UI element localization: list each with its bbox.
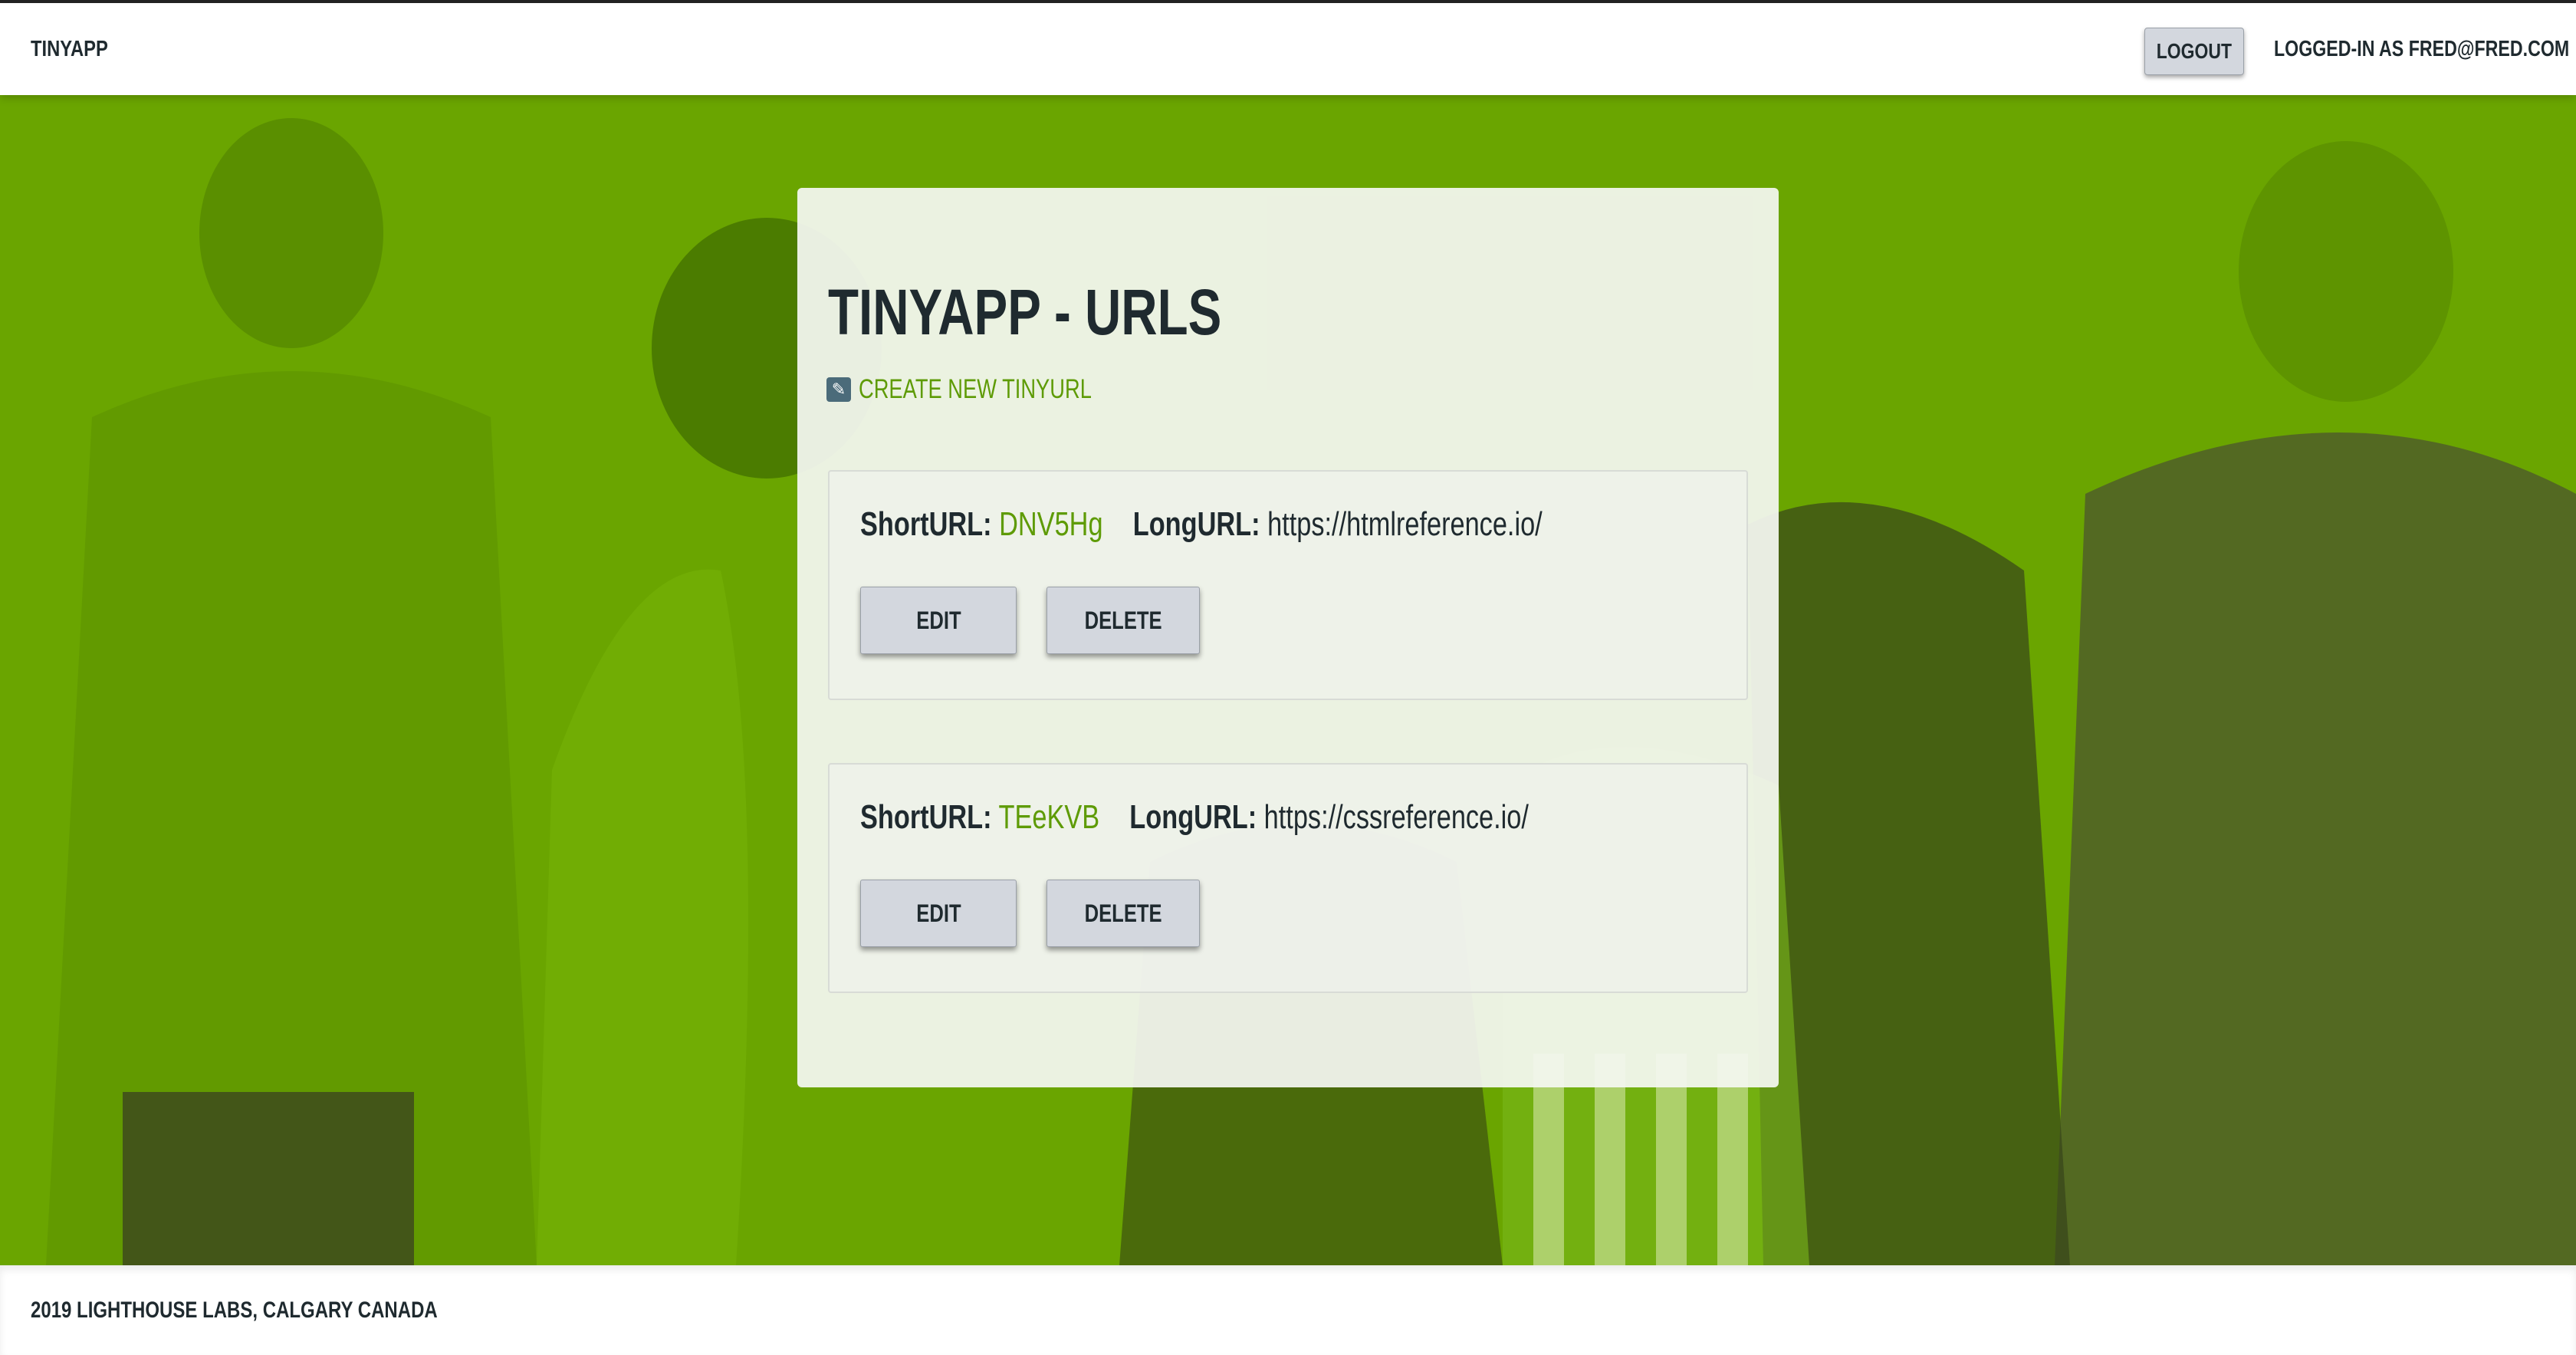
long-url-label: LongURL: <box>1132 505 1260 543</box>
page-title: TINYAPP - URLS <box>828 276 1222 348</box>
short-url-label: ShortURL: <box>860 798 992 836</box>
footer-text: 2019 LIGHTHOUSE LABS, CALGARY CANADA <box>31 1297 438 1323</box>
delete-button[interactable]: DELETE <box>1046 880 1200 947</box>
logged-in-status: LOGGED-IN AS FRED@FRED.COM <box>2274 37 2570 61</box>
edit-button[interactable]: EDIT <box>860 587 1017 654</box>
short-url-value[interactable]: TEeKVB <box>998 798 1099 836</box>
url-entry: ShortURL: DNV5Hg LongURL: https://htmlre… <box>828 470 1748 700</box>
short-url-label: ShortURL: <box>860 505 992 543</box>
edit-pencil-icon: ✎ <box>826 377 851 402</box>
page-footer: 2019 LIGHTHOUSE LABS, CALGARY CANADA <box>0 1265 2576 1355</box>
urls-card: TINYAPP - URLS ✎ CREATE NEW TINYURL Shor… <box>797 188 1779 1087</box>
delete-button[interactable]: DELETE <box>1046 587 1200 654</box>
url-entry: ShortURL: TEeKVB LongURL: https://cssref… <box>828 763 1748 993</box>
url-info: ShortURL: DNV5Hg LongURL: https://htmlre… <box>860 505 1543 544</box>
url-info: ShortURL: TEeKVB LongURL: https://cssref… <box>860 798 1529 837</box>
long-url-value: https://htmlreference.io/ <box>1267 505 1543 543</box>
long-url-label: LongURL: <box>1129 798 1257 836</box>
edit-button[interactable]: EDIT <box>860 880 1017 947</box>
top-navbar: TINYAPP LOGOUT LOGGED-IN AS FRED@FRED.CO… <box>0 0 2576 95</box>
brand-logo[interactable]: TINYAPP <box>31 37 108 62</box>
logout-button[interactable]: LOGOUT <box>2144 28 2244 75</box>
short-url-value[interactable]: DNV5Hg <box>999 505 1102 543</box>
create-new-tinyurl-link[interactable]: ✎ CREATE NEW TINYURL <box>826 374 1158 405</box>
long-url-value: https://cssreference.io/ <box>1263 798 1529 836</box>
